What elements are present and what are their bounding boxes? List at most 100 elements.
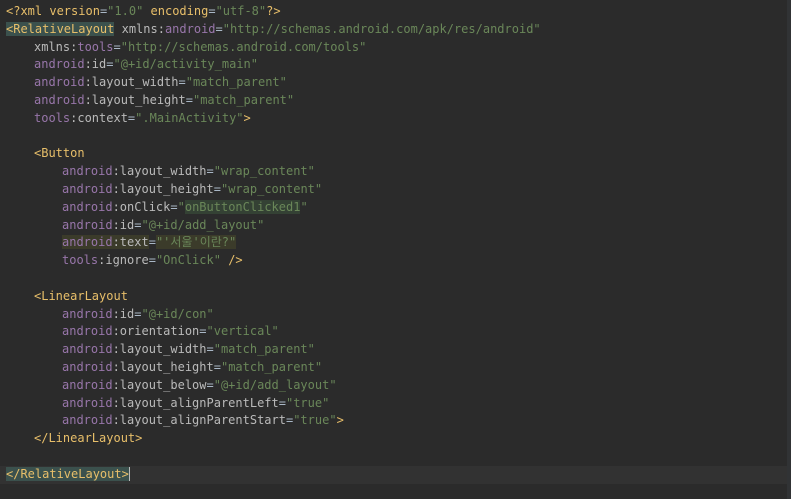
code-line[interactable]: android:layout_below="@+id/add_layout": [6, 377, 783, 395]
code-line-current[interactable]: </RelativeLayout>: [0, 465, 791, 484]
code-line[interactable]: <LinearLayout: [6, 288, 783, 306]
code-token: "@+id/con": [141, 306, 214, 321]
code-line[interactable]: <?xml version="1.0" encoding="utf-8"?>: [6, 3, 783, 21]
code-token: =: [199, 324, 207, 339]
editor-scrollbar[interactable]: [787, 0, 791, 499]
code-token: :layout_width: [84, 75, 179, 90]
code-token: :id: [112, 306, 135, 321]
code-line[interactable]: tools:ignore="OnClick" />: [6, 252, 783, 270]
code-token: "1.0": [107, 4, 144, 18]
code-token: "match_parent": [220, 359, 323, 374]
code-token: =: [185, 92, 193, 107]
code-token: encoding: [143, 4, 209, 18]
code-line[interactable]: [6, 128, 783, 146]
code-token: xmlns:: [34, 39, 78, 54]
code-token: <?: [6, 4, 21, 18]
code-token: =: [206, 377, 214, 392]
code-token: :layout_alignParentStart: [112, 413, 286, 428]
code-token: android: [62, 342, 113, 357]
code-line[interactable]: android:text="'서울'이란?": [6, 234, 783, 252]
code-token: android: [62, 413, 113, 428]
code-line[interactable]: <RelativeLayout xmlns:android="http://sc…: [6, 21, 783, 39]
code-token: android: [34, 92, 85, 107]
code-token: "wrap_content": [220, 181, 323, 196]
code-token: xmlns:: [114, 21, 165, 36]
code-line[interactable]: tools:context=".MainActivity">: [6, 110, 783, 128]
code-line[interactable]: <Button: [6, 145, 783, 163]
code-token: android: [62, 359, 113, 374]
code-token: "true": [293, 413, 337, 428]
code-token: tools: [77, 39, 114, 54]
code-token: =: [208, 4, 216, 18]
code-token: android: [62, 181, 113, 196]
code-token: tools: [62, 253, 99, 268]
code-token: =: [206, 164, 214, 179]
code-token: "'서울'이란?": [155, 235, 237, 250]
code-token: =: [213, 181, 221, 196]
code-token: ".MainActivity": [135, 110, 244, 125]
code-token: =: [213, 359, 221, 374]
code-token: xml version: [20, 4, 100, 18]
code-editor[interactable]: <?xml version="1.0" encoding="utf-8"?> <R…: [0, 0, 791, 499]
code-line[interactable]: android:layout_height="match_parent": [6, 359, 783, 377]
code-token: "match_parent": [185, 75, 287, 90]
code-token: =: [170, 199, 178, 214]
code-token: :id: [112, 217, 135, 232]
code-token: =: [178, 75, 186, 90]
code-token: ?>: [266, 4, 281, 18]
code-token: "http://schemas.android.com/tools": [120, 39, 367, 54]
code-token: "http://schemas.android.com/apk/res/andr…: [222, 21, 541, 36]
code-token: android: [62, 235, 113, 250]
code-line[interactable]: android:layout_height="wrap_content": [6, 181, 783, 199]
code-token: >: [243, 110, 251, 125]
code-token: "wrap_content": [213, 164, 315, 179]
code-token: "@+id/add_layout": [213, 377, 337, 392]
code-token: ": [300, 199, 308, 214]
code-token: "vertical": [206, 324, 279, 339]
code-line[interactable]: android:id="@+id/activity_main": [6, 56, 783, 74]
code-line[interactable]: android:onClick="onButtonClicked1": [6, 199, 783, 217]
code-token: </RelativeLayout: [6, 466, 122, 481]
code-token: android: [34, 57, 85, 72]
code-line[interactable]: android:layout_width="match_parent": [6, 74, 783, 92]
code-token: :layout_height: [112, 181, 214, 196]
code-token: :layout_below: [112, 377, 207, 392]
code-token: =: [278, 395, 286, 410]
code-token: "match_parent": [213, 342, 315, 357]
code-line[interactable]: android:orientation="vertical": [6, 323, 783, 341]
code-token: >: [121, 466, 129, 481]
code-line[interactable]: android:layout_alignParentLeft="true": [6, 395, 783, 413]
code-line[interactable]: [6, 270, 783, 288]
code-line[interactable]: android:layout_height="match_parent": [6, 92, 783, 110]
code-token: >: [336, 413, 344, 428]
code-token: :layout_height: [112, 359, 214, 374]
code-token: =: [148, 235, 156, 250]
code-token: <RelativeLayout: [6, 21, 115, 36]
code-line[interactable]: android:layout_alignParentStart="true">: [6, 412, 783, 430]
code-line[interactable]: android:id="@+id/add_layout": [6, 217, 783, 235]
code-token: "match_parent": [192, 92, 295, 107]
code-token: tools: [34, 110, 71, 125]
code-token: <Button: [34, 146, 85, 161]
code-token: />: [220, 253, 243, 268]
code-token: :onClick: [112, 199, 171, 214]
code-line[interactable]: android:layout_width="wrap_content": [6, 163, 783, 181]
code-token: :layout_height: [84, 92, 186, 107]
code-token: :ignore: [98, 253, 149, 268]
code-token: ": [177, 199, 185, 214]
code-token: :text: [112, 235, 149, 250]
code-token: android: [62, 324, 113, 339]
code-token: onButtonClicked1: [184, 199, 301, 214]
code-token: android: [164, 21, 216, 36]
code-token: "@+id/add_layout": [141, 217, 265, 232]
code-line[interactable]: android:id="@+id/con": [6, 306, 783, 324]
code-token: android: [62, 306, 113, 321]
code-line[interactable]: android:layout_width="match_parent": [6, 341, 783, 359]
code-line[interactable]: xmlns:tools="http://schemas.android.com/…: [6, 39, 783, 57]
code-token: :id: [84, 57, 107, 72]
code-area[interactable]: <?xml version="1.0" encoding="utf-8"?> <R…: [0, 3, 791, 484]
code-line[interactable]: </LinearLayout>: [6, 430, 783, 448]
code-line[interactable]: [6, 448, 783, 466]
code-token: :layout_width: [112, 342, 207, 357]
code-token: =: [215, 21, 223, 36]
